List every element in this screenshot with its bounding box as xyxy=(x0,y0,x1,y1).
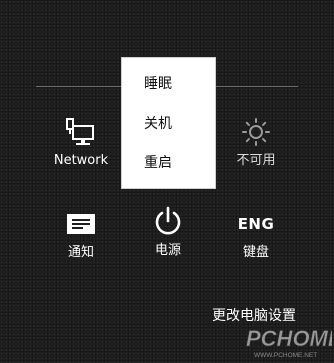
pchome-watermark-logo: PCHOME WWW.PCHOME.NET xyxy=(244,322,332,362)
brightness-icon xyxy=(216,115,296,149)
svg-text:WWW.PCHOME.NET: WWW.PCHOME.NET xyxy=(254,352,317,359)
notification-icon xyxy=(41,207,121,241)
power-tile[interactable]: 电源 xyxy=(128,205,208,259)
network-icon xyxy=(41,115,121,149)
menu-item-restart[interactable]: 重启 xyxy=(144,154,172,172)
power-icon xyxy=(128,205,208,239)
network-label: Network xyxy=(53,153,109,168)
keyboard-language-code: ENG xyxy=(237,215,275,233)
keyboard-label: 键盘 xyxy=(242,245,269,260)
brightness-tile[interactable]: 不可用 xyxy=(216,115,296,169)
svg-text:PCHOME: PCHOME xyxy=(246,326,332,351)
network-tile[interactable]: Network xyxy=(41,115,121,169)
power-menu: 睡眠 关机 重启 xyxy=(122,58,215,188)
power-label: 电源 xyxy=(154,243,181,258)
notifications-tile[interactable]: 通知 xyxy=(41,207,121,261)
settings-charm-screen: { "quick_settings": { "network": {"label… xyxy=(0,0,334,363)
keyboard-language-icon: ENG xyxy=(216,207,296,241)
menu-item-shutdown[interactable]: 关机 xyxy=(144,115,172,133)
brightness-label: 不可用 xyxy=(236,153,276,168)
notifications-label: 通知 xyxy=(67,245,94,260)
menu-item-sleep[interactable]: 睡眠 xyxy=(144,75,172,93)
keyboard-tile[interactable]: ENG 键盘 xyxy=(216,207,296,261)
